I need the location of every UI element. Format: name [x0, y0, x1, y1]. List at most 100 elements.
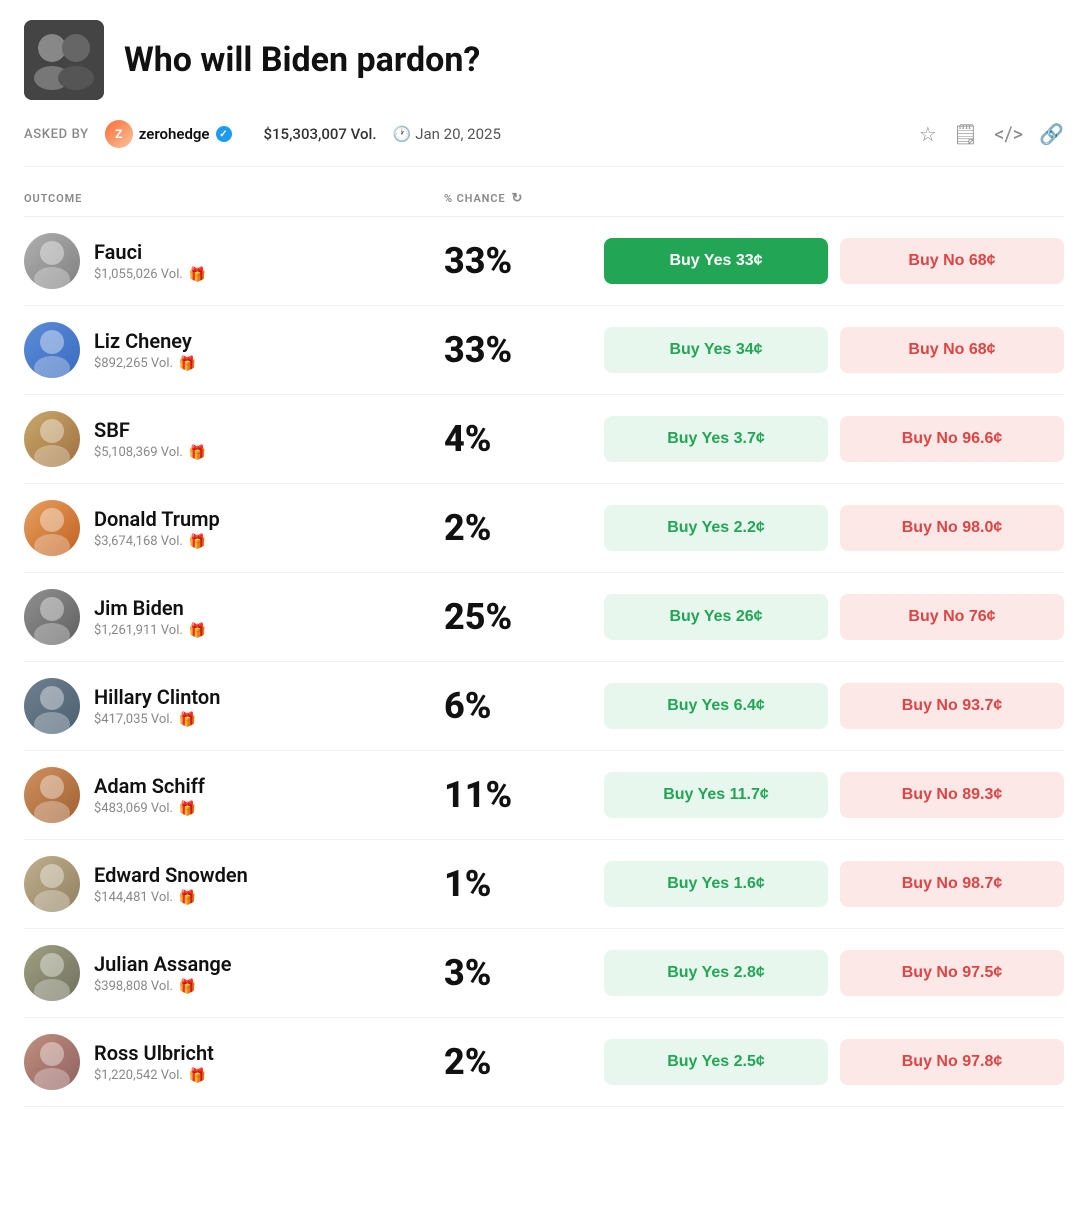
buy-yes-button[interactable]: Buy Yes 2.5¢: [604, 1039, 828, 1085]
outcome-avatar: [24, 322, 80, 378]
outcome-chance: 3%: [444, 952, 604, 994]
meta-volume: $15,303,007 Vol.: [264, 125, 377, 143]
gift-icon[interactable]: 🎁: [179, 979, 196, 995]
gift-icon[interactable]: 🎁: [179, 890, 196, 906]
header: Who will Biden pardon?: [24, 20, 1064, 100]
buy-yes-button[interactable]: Buy Yes 11.7¢: [604, 772, 828, 818]
buy-yes-button[interactable]: Buy Yes 2.8¢: [604, 950, 828, 996]
table-row: Adam Schiff $483,069 Vol. 🎁 11% Buy Yes …: [24, 751, 1064, 840]
outcome-text: Liz Cheney $892,265 Vol. 🎁: [94, 329, 196, 372]
outcome-volume: $3,674,168 Vol. 🎁: [94, 534, 220, 550]
document-icon[interactable]: 🗒: [953, 122, 978, 146]
gift-icon[interactable]: 🎁: [179, 712, 196, 728]
outcome-volume: $144,481 Vol. 🎁: [94, 890, 248, 906]
table-row: SBF $5,108,369 Vol. 🎁 4% Buy Yes 3.7¢ Bu…: [24, 395, 1064, 484]
gift-icon[interactable]: 🎁: [189, 267, 206, 283]
meta-user: Z zerohedge ✓: [105, 120, 232, 148]
outcome-buttons: Buy Yes 33¢ Buy No 68¢: [604, 238, 1064, 284]
gift-icon[interactable]: 🎁: [189, 1068, 206, 1084]
buy-yes-button[interactable]: Buy Yes 2.2¢: [604, 505, 828, 551]
table-row: Edward Snowden $144,481 Vol. 🎁 1% Buy Ye…: [24, 840, 1064, 929]
refresh-icon[interactable]: ↻: [512, 191, 524, 206]
link-icon[interactable]: 🔗: [1039, 122, 1064, 146]
outcome-chance: 6%: [444, 685, 604, 727]
outcome-avatar: [24, 856, 80, 912]
verified-badge: ✓: [216, 126, 232, 142]
outcome-volume: $1,055,026 Vol. 🎁: [94, 267, 206, 283]
outcome-buttons: Buy Yes 3.7¢ Buy No 96.6¢: [604, 416, 1064, 462]
gift-icon[interactable]: 🎁: [179, 356, 196, 372]
buy-no-button[interactable]: Buy No 68¢: [840, 238, 1064, 284]
outcome-text: Julian Assange $398,808 Vol. 🎁: [94, 952, 232, 995]
outcome-info: SBF $5,108,369 Vol. 🎁: [24, 411, 444, 467]
outcome-name: Julian Assange: [94, 952, 232, 976]
outcome-volume: $1,220,542 Vol. 🎁: [94, 1068, 214, 1084]
buy-yes-button[interactable]: Buy Yes 26¢: [604, 594, 828, 640]
outcome-chance: 4%: [444, 418, 604, 460]
outcome-info: Adam Schiff $483,069 Vol. 🎁: [24, 767, 444, 823]
col-outcome-header: OUTCOME: [24, 192, 444, 205]
outcome-buttons: Buy Yes 2.5¢ Buy No 97.8¢: [604, 1039, 1064, 1085]
header-thumbnail: [24, 20, 104, 100]
outcome-text: Fauci $1,055,026 Vol. 🎁: [94, 240, 206, 283]
outcome-chance: 33%: [444, 240, 604, 282]
buy-no-button[interactable]: Buy No 76¢: [840, 594, 1064, 640]
gift-icon[interactable]: 🎁: [189, 534, 206, 550]
buy-no-button[interactable]: Buy No 96.6¢: [840, 416, 1064, 462]
table-row: Julian Assange $398,808 Vol. 🎁 3% Buy Ye…: [24, 929, 1064, 1018]
table-row: Donald Trump $3,674,168 Vol. 🎁 2% Buy Ye…: [24, 484, 1064, 573]
outcome-avatar: [24, 589, 80, 645]
table-row: Hillary Clinton $417,035 Vol. 🎁 6% Buy Y…: [24, 662, 1064, 751]
embed-icon[interactable]: </>: [994, 122, 1023, 146]
outcome-buttons: Buy Yes 1.6¢ Buy No 98.7¢: [604, 861, 1064, 907]
buy-no-button[interactable]: Buy No 98.7¢: [840, 861, 1064, 907]
table-row: Jim Biden $1,261,911 Vol. 🎁 25% Buy Yes …: [24, 573, 1064, 662]
outcome-text: SBF $5,108,369 Vol. 🎁: [94, 418, 206, 461]
clock-icon: 🕐: [393, 125, 412, 143]
outcome-chance: 1%: [444, 863, 604, 905]
buy-yes-button[interactable]: Buy Yes 3.7¢: [604, 416, 828, 462]
outcome-name: Adam Schiff: [94, 774, 205, 798]
meta-bar: ASKED BY Z zerohedge ✓ $15,303,007 Vol. …: [24, 120, 1064, 167]
outcome-name: Jim Biden: [94, 596, 206, 620]
table-row: Fauci $1,055,026 Vol. 🎁 33% Buy Yes 33¢ …: [24, 217, 1064, 306]
buy-no-button[interactable]: Buy No 97.8¢: [840, 1039, 1064, 1085]
buy-no-button[interactable]: Buy No 89.3¢: [840, 772, 1064, 818]
outcome-info: Ross Ulbricht $1,220,542 Vol. 🎁: [24, 1034, 444, 1090]
outcome-text: Hillary Clinton $417,035 Vol. 🎁: [94, 685, 220, 728]
meta-actions: ☆ 🗒 </> 🔗: [919, 122, 1064, 146]
user-name: zerohedge: [139, 125, 210, 143]
outcome-avatar: [24, 233, 80, 289]
outcome-name: SBF: [94, 418, 206, 442]
gift-icon[interactable]: 🎁: [179, 801, 196, 817]
buy-no-button[interactable]: Buy No 98.0¢: [840, 505, 1064, 551]
outcome-avatar: [24, 945, 80, 1001]
outcome-name: Fauci: [94, 240, 206, 264]
buy-no-button[interactable]: Buy No 93.7¢: [840, 683, 1064, 729]
outcome-chance: 11%: [444, 774, 604, 816]
gift-icon[interactable]: 🎁: [189, 445, 206, 461]
outcome-name: Hillary Clinton: [94, 685, 220, 709]
buy-yes-button[interactable]: Buy Yes 1.6¢: [604, 861, 828, 907]
buy-no-button[interactable]: Buy No 68¢: [840, 327, 1064, 373]
outcome-buttons: Buy Yes 2.8¢ Buy No 97.5¢: [604, 950, 1064, 996]
buy-yes-button[interactable]: Buy Yes 34¢: [604, 327, 828, 373]
outcome-buttons: Buy Yes 11.7¢ Buy No 89.3¢: [604, 772, 1064, 818]
outcome-name: Donald Trump: [94, 507, 220, 531]
outcome-chance: 2%: [444, 507, 604, 549]
outcome-text: Jim Biden $1,261,911 Vol. 🎁: [94, 596, 206, 639]
buy-no-button[interactable]: Buy No 97.5¢: [840, 950, 1064, 996]
buy-yes-button[interactable]: Buy Yes 6.4¢: [604, 683, 828, 729]
outcome-volume: $1,261,911 Vol. 🎁: [94, 623, 206, 639]
outcomes-list: Fauci $1,055,026 Vol. 🎁 33% Buy Yes 33¢ …: [24, 217, 1064, 1107]
outcome-avatar: [24, 411, 80, 467]
outcome-text: Donald Trump $3,674,168 Vol. 🎁: [94, 507, 220, 550]
outcome-buttons: Buy Yes 26¢ Buy No 76¢: [604, 594, 1064, 640]
outcome-name: Liz Cheney: [94, 329, 196, 353]
buy-yes-button[interactable]: Buy Yes 33¢: [604, 238, 828, 284]
bookmark-icon[interactable]: ☆: [919, 122, 937, 146]
page-title: Who will Biden pardon?: [124, 40, 480, 80]
gift-icon[interactable]: 🎁: [189, 623, 206, 639]
outcome-avatar: [24, 500, 80, 556]
outcome-chance: 25%: [444, 596, 604, 638]
